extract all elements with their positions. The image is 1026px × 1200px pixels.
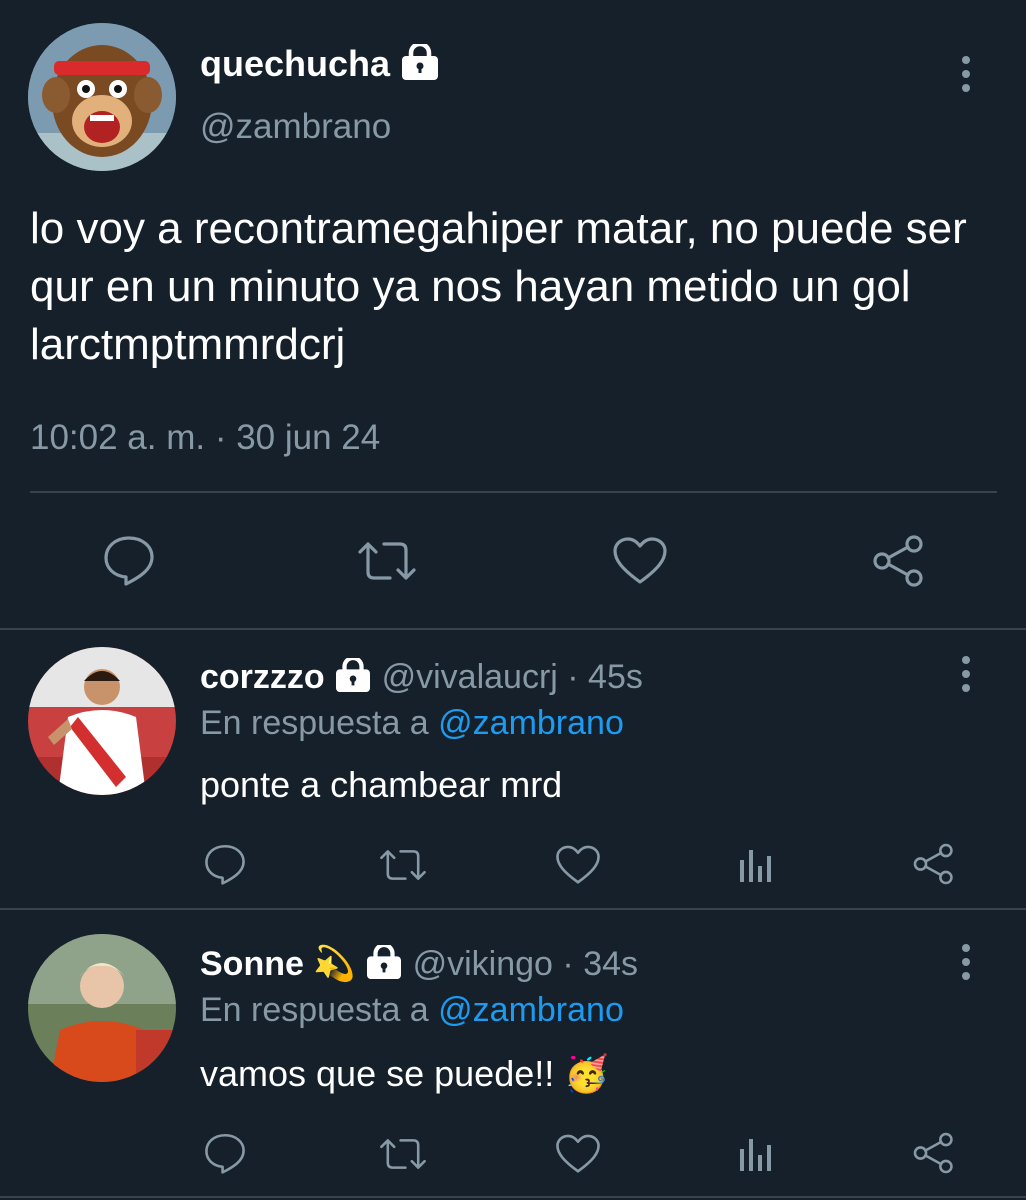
more-options-icon[interactable] bbox=[962, 944, 970, 986]
main-author-row: quechucha bbox=[200, 42, 440, 88]
reply-time[interactable]: · 45s bbox=[567, 658, 643, 696]
lock-icon bbox=[400, 42, 440, 88]
player-avatar-image bbox=[28, 934, 176, 1082]
soccer-player-avatar-image bbox=[28, 647, 176, 795]
reply-context: En respuesta a @zambrano bbox=[200, 990, 624, 1030]
reply-icon[interactable] bbox=[203, 843, 247, 890]
tweet-text: lo voy a recontramegahiper matar, no pue… bbox=[30, 204, 967, 369]
retweet-icon[interactable] bbox=[356, 536, 418, 591]
more-options-icon[interactable] bbox=[962, 656, 970, 698]
monkey-avatar-image bbox=[28, 23, 176, 171]
reply-context: En respuesta a @zambrano bbox=[200, 703, 624, 743]
timestamp[interactable]: 10:02 a. m. · 30 jun 24 bbox=[30, 418, 380, 458]
reply-icon[interactable] bbox=[102, 534, 156, 591]
reply-icon[interactable] bbox=[203, 1132, 247, 1179]
divider bbox=[0, 908, 1026, 910]
reply-text: ponte a chambear mrd bbox=[200, 764, 563, 805]
reply-text: vamos que se puede!! 🥳 bbox=[200, 1053, 610, 1094]
lock-icon bbox=[365, 942, 403, 988]
share-icon[interactable] bbox=[911, 1131, 957, 1180]
mention-link[interactable]: @zambrano bbox=[438, 991, 624, 1029]
display-name[interactable]: corzzzo bbox=[200, 658, 325, 696]
like-icon[interactable] bbox=[555, 1133, 601, 1180]
reply-author-row: corzzzo @vivalaucrj · 45s bbox=[200, 655, 643, 701]
action-divider bbox=[30, 491, 997, 493]
analytics-icon[interactable] bbox=[738, 846, 774, 889]
dizzy-emoji: 💫 bbox=[313, 945, 356, 983]
divider bbox=[0, 628, 1026, 630]
avatar-quechucha[interactable] bbox=[28, 23, 176, 171]
like-icon[interactable] bbox=[555, 844, 601, 891]
reply-time[interactable]: · 34s bbox=[562, 945, 638, 983]
mention-link[interactable]: @zambrano bbox=[438, 704, 624, 742]
more-options-icon[interactable] bbox=[962, 56, 970, 98]
analytics-icon[interactable] bbox=[738, 1135, 774, 1178]
reply-author-row: Sonne 💫 @vikingo · 34s bbox=[200, 942, 638, 988]
reply-prefix: En respuesta a bbox=[200, 704, 429, 742]
handle[interactable]: @zambrano bbox=[200, 107, 391, 147]
divider bbox=[0, 1196, 1026, 1198]
handle[interactable]: @vivalaucrj bbox=[382, 658, 558, 696]
share-icon[interactable] bbox=[911, 842, 957, 891]
lock-icon bbox=[334, 655, 372, 701]
avatar-corzzzo[interactable] bbox=[28, 647, 176, 795]
retweet-icon[interactable] bbox=[378, 845, 428, 890]
display-name[interactable]: quechucha bbox=[200, 43, 390, 84]
display-name[interactable]: Sonne bbox=[200, 945, 304, 983]
share-icon[interactable] bbox=[870, 534, 928, 593]
avatar-sonne[interactable] bbox=[28, 934, 176, 1082]
like-icon[interactable] bbox=[612, 536, 668, 591]
retweet-icon[interactable] bbox=[378, 1134, 428, 1179]
handle[interactable]: @vikingo bbox=[413, 945, 553, 983]
reply-prefix: En respuesta a bbox=[200, 991, 429, 1029]
